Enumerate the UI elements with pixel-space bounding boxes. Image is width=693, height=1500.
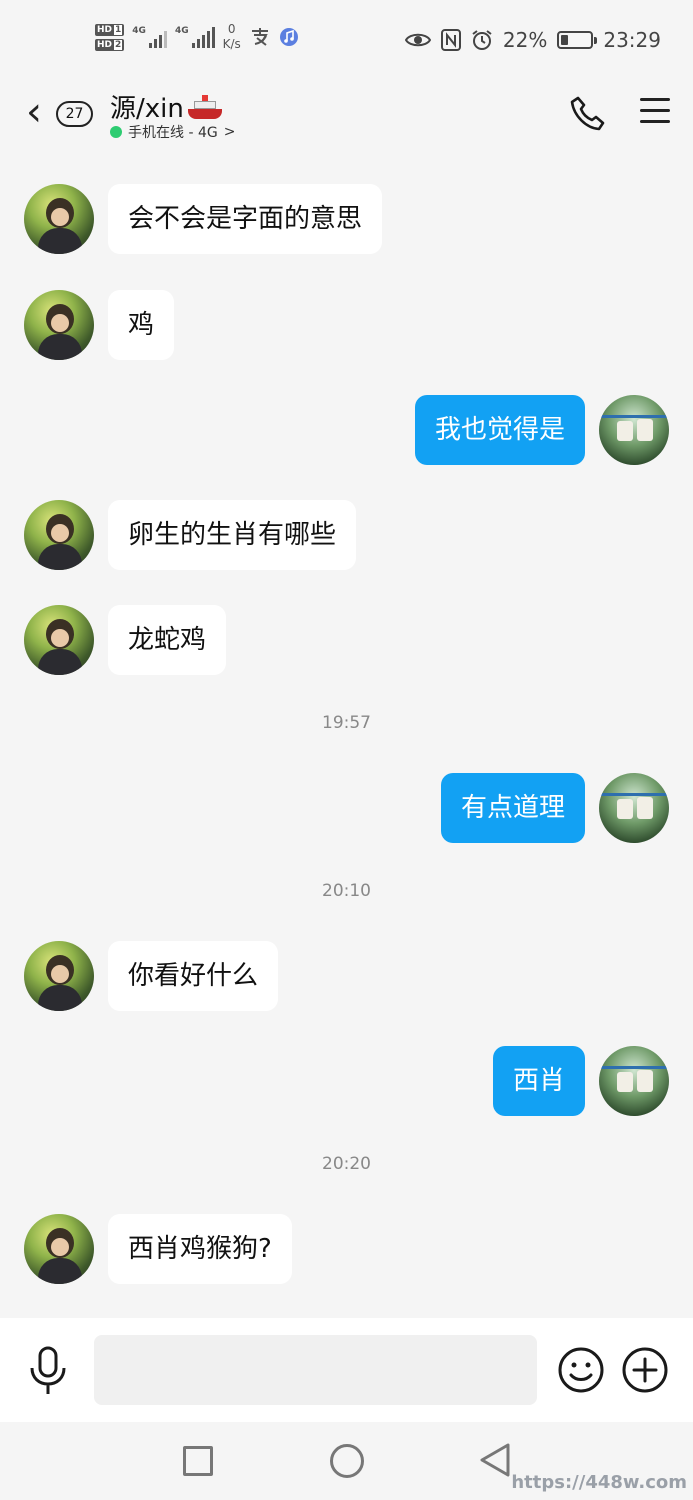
message-list: 会不会是字面的意思 鸡 我也觉得是 卵生的生肖有哪些 龙蛇鸡 19:57 有点道… xyxy=(0,148,693,1318)
battery-percent: 22% xyxy=(502,28,548,52)
network-speed: 0 K/s xyxy=(222,22,241,51)
contact-avatar[interactable] xyxy=(24,941,94,1011)
outgoing-bubble[interactable]: 西肖 xyxy=(492,1046,585,1116)
my-avatar[interactable] xyxy=(599,1046,669,1116)
signal-1-icon: 4G xyxy=(132,26,167,48)
my-avatar[interactable] xyxy=(599,395,669,465)
contact-avatar[interactable] xyxy=(24,500,94,570)
contact-name[interactable]: 源/xin xyxy=(110,88,222,125)
alarm-icon xyxy=(472,30,492,50)
eye-icon xyxy=(404,33,431,47)
ship-icon xyxy=(187,94,222,119)
system-nav-bar: https://448w.com xyxy=(0,1422,693,1500)
phone-icon[interactable] xyxy=(568,94,608,134)
incoming-bubble[interactable]: 鸡 xyxy=(108,290,175,360)
music-icon xyxy=(279,28,298,46)
plus-icon[interactable] xyxy=(621,1346,669,1394)
alipay-icon xyxy=(251,28,268,46)
message-input[interactable] xyxy=(94,1335,537,1405)
contact-avatar[interactable] xyxy=(24,290,94,360)
my-avatar[interactable] xyxy=(599,773,669,843)
input-bar xyxy=(0,1318,693,1422)
watermark: https://448w.com xyxy=(511,1472,687,1493)
contact-avatar[interactable] xyxy=(24,605,94,675)
clock: 23:29 xyxy=(603,28,661,52)
incoming-bubble[interactable]: 龙蛇鸡 xyxy=(108,605,227,675)
timestamp: 20:20 xyxy=(322,1154,371,1174)
mic-icon[interactable] xyxy=(26,1346,70,1396)
incoming-bubble[interactable]: 会不会是字面的意思 xyxy=(108,184,383,254)
incoming-bubble[interactable]: 卵生的生肖有哪些 xyxy=(108,500,357,570)
status-chevron: > xyxy=(223,124,236,140)
timestamp: 19:57 xyxy=(322,713,371,733)
outgoing-bubble[interactable]: 我也觉得是 xyxy=(414,395,585,465)
online-status[interactable]: 手机在线 - 4G > xyxy=(110,122,235,142)
chat-header: ‹ 27 源/xin 手机在线 - 4G > xyxy=(0,84,693,148)
status-left: HD 1 HD 2 4G 4G 0 K/s xyxy=(95,22,299,52)
status-right: 22% 23:29 xyxy=(404,28,661,52)
status-bar: HD 1 HD 2 4G 4G 0 K/s 22% 23:29 xyxy=(0,0,693,84)
signal-2-icon: 4G xyxy=(175,26,215,48)
incoming-bubble[interactable]: 你看好什么 xyxy=(108,941,279,1011)
contact-avatar[interactable] xyxy=(24,1214,94,1284)
menu-icon[interactable] xyxy=(640,98,670,131)
timestamp: 20:10 xyxy=(322,881,371,901)
chevron-left-icon[interactable]: ‹ xyxy=(26,92,42,132)
sim2-badge: HD 2 xyxy=(95,38,125,51)
recent-apps-icon[interactable] xyxy=(183,1446,213,1476)
incoming-bubble[interactable]: 西肖鸡猴狗? xyxy=(108,1214,292,1284)
back-triangle-icon[interactable] xyxy=(478,1442,512,1478)
unread-count-badge[interactable]: 27 xyxy=(56,101,93,127)
online-dot xyxy=(110,126,122,138)
nfc-icon xyxy=(440,29,461,51)
outgoing-bubble[interactable]: 有点道理 xyxy=(440,773,585,843)
battery-icon xyxy=(557,31,598,49)
emoji-icon[interactable] xyxy=(557,1346,605,1394)
sim1-badge: HD 1 xyxy=(95,23,125,36)
contact-avatar[interactable] xyxy=(24,184,94,254)
home-icon[interactable] xyxy=(330,1444,364,1478)
